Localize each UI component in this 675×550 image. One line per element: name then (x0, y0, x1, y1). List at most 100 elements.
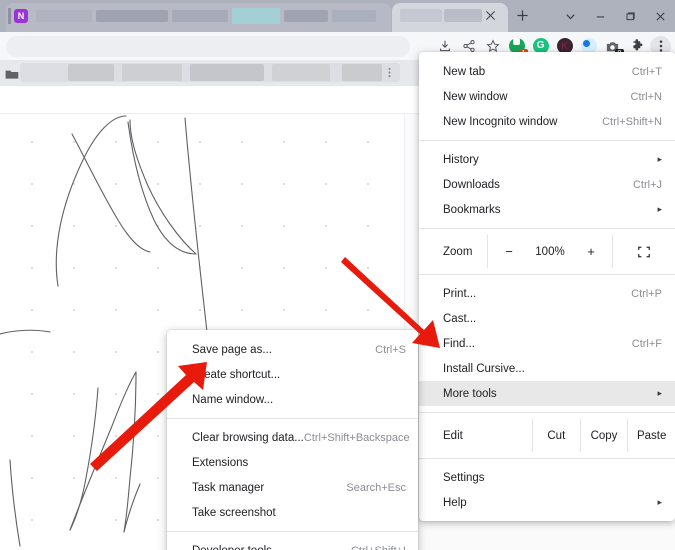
submenu-item-accel: Ctrl+Shift+Backspace (303, 431, 410, 444)
menu-item-help[interactable]: Help ▸ (419, 490, 675, 515)
menu-item-accel: Ctrl+T (631, 65, 662, 78)
submenu-item-label: Create shortcut... (192, 368, 281, 381)
menu-item-accel: Ctrl+P (631, 287, 662, 300)
menu-item-accel: Ctrl+N (630, 90, 662, 103)
submenu-item-accel: Search+Esc (346, 481, 406, 494)
submenu-item-label: Task manager (192, 481, 265, 494)
menu-item-print[interactable]: Print... Ctrl+P (419, 281, 675, 306)
submenu-item-developer-tools[interactable]: Developer tools Ctrl+Shift+I (167, 538, 418, 550)
menu-item-downloads[interactable]: Downloads Ctrl+J (419, 172, 675, 197)
bookmark-item-blur[interactable] (122, 64, 182, 81)
tab-title-blur (172, 10, 228, 22)
menu-divider (419, 412, 675, 413)
zoom-label: Zoom (443, 245, 473, 258)
minimize-icon[interactable] (585, 0, 615, 32)
close-window-icon[interactable] (645, 0, 675, 32)
menu-item-label: Settings (443, 471, 485, 484)
chevron-right-icon: ▸ (657, 388, 662, 398)
submenu-item-accel: Ctrl+Shift+I (351, 545, 406, 550)
menu-item-accel: Ctrl+F (631, 337, 662, 350)
menu-item-label: Cast... (443, 312, 477, 325)
menu-divider (419, 458, 675, 459)
cut-button[interactable]: Cut (532, 419, 580, 452)
zoom-out-button[interactable]: − (502, 244, 516, 259)
tab-left-edge (8, 8, 11, 24)
tab-title-blur (36, 10, 92, 22)
menu-item-new-tab[interactable]: New tab Ctrl+T (419, 59, 675, 84)
bookmark-item-blur[interactable] (272, 64, 330, 81)
menu-item-label: Bookmarks (443, 203, 501, 216)
bookmark-item-blur[interactable] (342, 64, 382, 81)
edit-label: Edit (443, 429, 463, 442)
tab-strip: N (0, 0, 675, 32)
menu-item-label: New Incognito window (443, 115, 558, 128)
submenu-item-name-window[interactable]: Name window... (167, 387, 418, 412)
menu-item-label: Downloads (443, 178, 500, 191)
tab-close-icon[interactable] (483, 9, 498, 24)
menu-item-label: Help (443, 496, 467, 509)
submenu-item-accel: Ctrl+S (375, 343, 406, 356)
copy-button[interactable]: Copy (579, 419, 628, 452)
address-bar[interactable] (6, 36, 410, 57)
menu-item-cast[interactable]: Cast... (419, 306, 675, 331)
tab-favicon: N (14, 9, 28, 23)
menu-item-accel: Ctrl+Shift+N (602, 115, 662, 128)
bookmark-item-blur[interactable] (190, 64, 264, 81)
menu-item-label: Install Cursive... (443, 362, 525, 375)
zoom-controls: − 100% + (487, 235, 613, 268)
submenu-divider (167, 531, 418, 532)
menu-divider (419, 228, 675, 229)
more-vertical-icon[interactable] (388, 67, 391, 81)
submenu-item-save-page-as[interactable]: Save page as... Ctrl+S (167, 337, 418, 362)
submenu-item-label: Extensions (192, 456, 249, 469)
submenu-item-take-screenshot[interactable]: Take screenshot (167, 500, 418, 525)
menu-item-label: More tools (443, 387, 497, 400)
menu-item-settings[interactable]: Settings (419, 465, 675, 490)
paste-button[interactable]: Paste (627, 419, 675, 452)
submenu-item-label: Clear browsing data... (192, 431, 304, 444)
chrome-main-menu: New tab Ctrl+T New window Ctrl+N New Inc… (419, 52, 675, 521)
tab-title-blur (400, 9, 442, 22)
menu-item-history[interactable]: History ▸ (419, 147, 675, 172)
window-controls (555, 0, 675, 32)
new-tab-button[interactable] (512, 7, 532, 27)
tab-title-blur (444, 9, 482, 22)
submenu-item-clear-browsing-data[interactable]: Clear browsing data... Ctrl+Shift+Backsp… (167, 425, 418, 450)
submenu-item-label: Take screenshot (192, 506, 276, 519)
fullscreen-icon[interactable] (613, 245, 675, 259)
submenu-item-create-shortcut[interactable]: Create shortcut... (167, 362, 418, 387)
tab-search-chevron-down-icon[interactable] (555, 0, 585, 32)
chevron-right-icon: ▸ (657, 497, 662, 507)
menu-item-bookmarks[interactable]: Bookmarks ▸ (419, 197, 675, 222)
menu-zoom-row: Zoom − 100% + (419, 235, 675, 268)
submenu-item-task-manager[interactable]: Task manager Search+Esc (167, 475, 418, 500)
zoom-level-value: 100% (535, 245, 565, 258)
menu-item-label: New tab (443, 65, 486, 78)
restore-icon[interactable] (615, 0, 645, 32)
folder-icon[interactable] (5, 67, 19, 79)
menu-item-install-cursive[interactable]: Install Cursive... (419, 356, 675, 381)
chevron-right-icon: ▸ (657, 154, 662, 164)
submenu-item-extensions[interactable]: Extensions (167, 450, 418, 475)
menu-item-new-incognito-window[interactable]: New Incognito window Ctrl+Shift+N (419, 109, 675, 134)
tab-title-blur (232, 8, 280, 24)
menu-item-new-window[interactable]: New window Ctrl+N (419, 84, 675, 109)
tab-title-blur (96, 10, 168, 22)
browser-window: N G K New tab Ctrl+T New window Ctrl+N N… (0, 0, 675, 550)
menu-item-more-tools[interactable]: More tools ▸ (419, 381, 675, 406)
menu-item-label: Print... (443, 287, 477, 300)
zoom-in-button[interactable]: + (584, 244, 598, 259)
tab-title-blur (284, 10, 328, 22)
menu-divider (419, 274, 675, 275)
menu-item-label: New window (443, 90, 508, 103)
submenu-item-label: Developer tools (192, 545, 351, 550)
bookmark-item-blur[interactable] (68, 64, 114, 81)
menu-item-label: History (443, 153, 479, 166)
more-tools-submenu: Save page as... Ctrl+S Create shortcut..… (167, 330, 418, 550)
menu-divider (419, 140, 675, 141)
menu-item-find[interactable]: Find... Ctrl+F (419, 331, 675, 356)
bookmarks-blur (20, 63, 400, 82)
tab-title-blur (332, 10, 376, 22)
menu-item-accel: Ctrl+J (632, 178, 662, 191)
submenu-item-label: Name window... (192, 393, 274, 406)
